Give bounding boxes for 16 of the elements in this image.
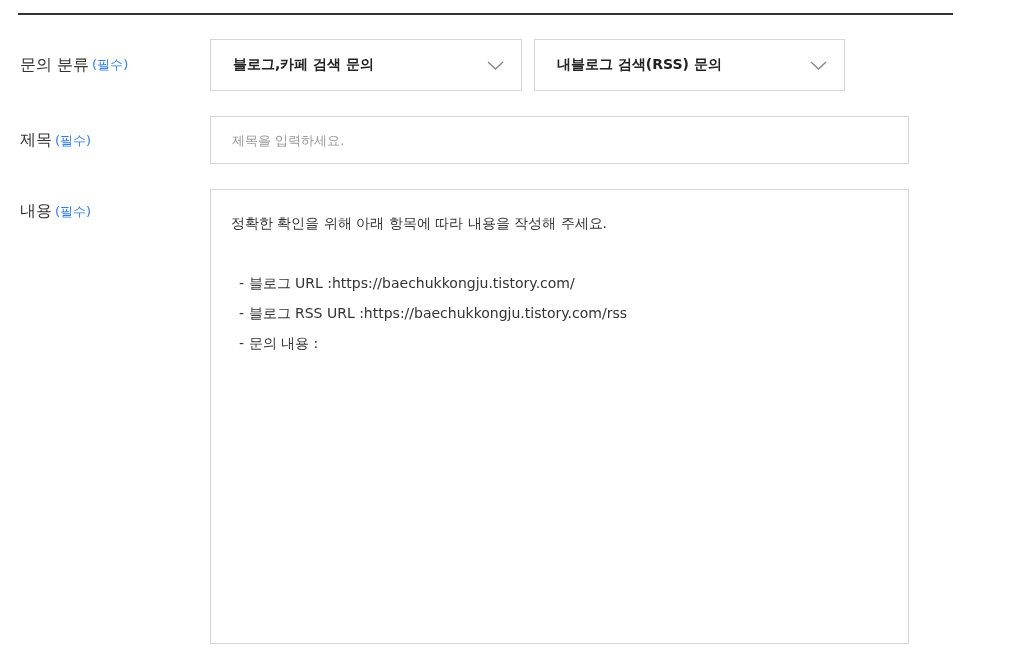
instruction-text: 정확한 확인을 위해 아래 항목에 따라 내용을 작성해 주세요. <box>231 214 608 233</box>
required-mark: (필수) <box>92 56 129 74</box>
field-label: 내용 <box>20 201 52 222</box>
chevron-down-icon <box>487 60 504 70</box>
chevron-down-icon <box>810 60 827 70</box>
template-line: - 블로그 RSS URL :https://baechukkongju.tistory.com/rss <box>238 304 627 323</box>
dropdown[interactable]: 내블로그 검색(RSS) 문의 <box>534 39 845 91</box>
template-line: - 블로그 URL :https://baechukkongju.tistory.com/ <box>238 274 575 293</box>
dropdown[interactable]: 블로그,카페 검색 문의 <box>210 39 522 91</box>
title-input-field[interactable]: 제목을 입력하세요. <box>210 116 909 164</box>
template-line: - 문의 내용 : <box>238 334 319 353</box>
required-mark: (필수) <box>55 203 92 221</box>
content-text-area[interactable]: 정확한 확인을 위해 아래 항목에 따라 내용을 작성해 주세요. - 블로그 URL :https://baechukkongju.tistory.com/ - 블로그 RSS URL :https://baechukkongju.tistory.com/rss - 문의 내용 : <box>210 189 909 644</box>
required-mark: (필수) <box>55 131 92 150</box>
field-label: 제목 <box>20 129 52 151</box>
field-label: 문의 분류 <box>20 54 90 76</box>
